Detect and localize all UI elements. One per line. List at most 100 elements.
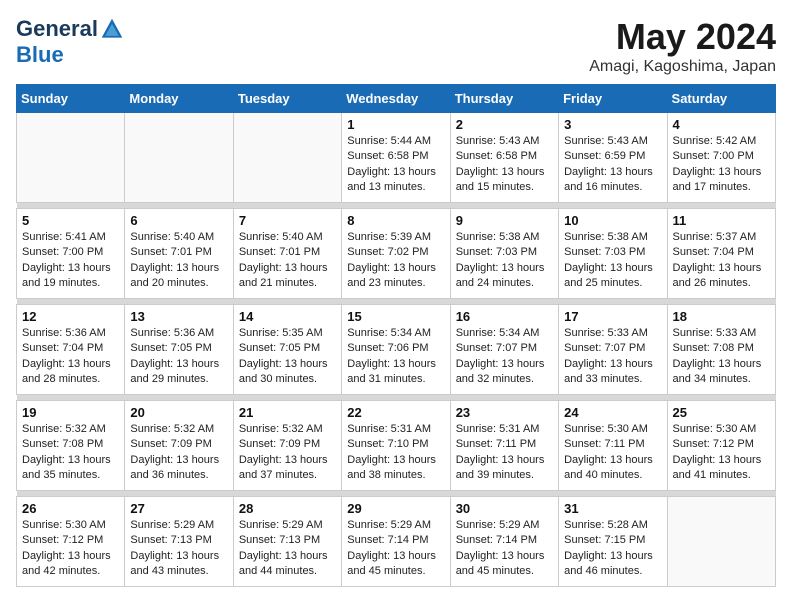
day-number: 28 — [239, 501, 336, 516]
list-item — [233, 113, 341, 203]
list-item: 18 Sunrise: 5:33 AMSunset: 7:08 PMDayligh… — [667, 305, 775, 395]
list-item: 1Sunrise: 5:44 AMSunset: 6:58 PMDaylight… — [342, 113, 450, 203]
header-thursday: Thursday — [450, 85, 558, 113]
header-saturday: Saturday — [667, 85, 775, 113]
list-item: 5 Sunrise: 5:41 AMSunset: 7:00 PMDaylight… — [17, 209, 125, 299]
day-info: Sunrise: 5:36 AMSunset: 7:05 PMDaylight:… — [130, 326, 227, 388]
day-number: 18 — [673, 309, 770, 324]
table-row: 1Sunrise: 5:44 AMSunset: 6:58 PMDaylight… — [17, 113, 776, 203]
day-info: Sunrise: 5:37 AMSunset: 7:04 PMDaylight:… — [673, 230, 770, 292]
list-item: 15 Sunrise: 5:34 AMSunset: 7:06 PMDayligh… — [342, 305, 450, 395]
day-number: 22 — [347, 405, 444, 420]
day-number: 4 — [673, 117, 770, 132]
day-info: Sunrise: 5:32 AMSunset: 7:08 PMDaylight:… — [22, 422, 119, 484]
day-number: 3 — [564, 117, 661, 132]
header: General Blue May 2024 Amagi, Kagoshima, … — [16, 16, 776, 76]
day-number: 19 — [22, 405, 119, 420]
day-info: Sunrise: 5:29 AMSunset: 7:13 PMDaylight:… — [239, 518, 336, 580]
day-info: Sunrise: 5:43 AMSunset: 6:59 PMDaylight:… — [564, 134, 661, 196]
location: Amagi, Kagoshima, Japan — [589, 58, 776, 76]
day-info: Sunrise: 5:34 AMSunset: 7:07 PMDaylight:… — [456, 326, 553, 388]
day-number: 26 — [22, 501, 119, 516]
day-number: 9 — [456, 213, 553, 228]
table-row: 12 Sunrise: 5:36 AMSunset: 7:04 PMDayligh… — [17, 305, 776, 395]
day-number: 13 — [130, 309, 227, 324]
day-info: Sunrise: 5:31 AMSunset: 7:10 PMDaylight:… — [347, 422, 444, 484]
list-item: 28 Sunrise: 5:29 AMSunset: 7:13 PMDayligh… — [233, 497, 341, 587]
day-info: Sunrise: 5:30 AMSunset: 7:12 PMDaylight:… — [673, 422, 770, 484]
list-item: 3 Sunrise: 5:43 AMSunset: 6:59 PMDaylight… — [559, 113, 667, 203]
list-item: 13 Sunrise: 5:36 AMSunset: 7:05 PMDayligh… — [125, 305, 233, 395]
list-item: 7Sunrise: 5:40 AMSunset: 7:01 PMDaylight… — [233, 209, 341, 299]
header-tuesday: Tuesday — [233, 85, 341, 113]
list-item: 22 Sunrise: 5:31 AMSunset: 7:10 PMDayligh… — [342, 401, 450, 491]
list-item — [667, 497, 775, 587]
logo: General Blue — [16, 16, 124, 68]
day-info: Sunrise: 5:36 AMSunset: 7:04 PMDaylight:… — [22, 326, 119, 388]
list-item: 26 Sunrise: 5:30 AMSunset: 7:12 PMDayligh… — [17, 497, 125, 587]
day-number: 31 — [564, 501, 661, 516]
day-number: 23 — [456, 405, 553, 420]
day-info: Sunrise: 5:29 AMSunset: 7:13 PMDaylight:… — [130, 518, 227, 580]
day-number: 29 — [347, 501, 444, 516]
day-info: Sunrise: 5:41 AMSunset: 7:00 PMDaylight:… — [22, 230, 119, 292]
day-info: Sunrise: 5:42 AMSunset: 7:00 PMDaylight:… — [673, 134, 770, 196]
header-wednesday: Wednesday — [342, 85, 450, 113]
list-item: 16Sunrise: 5:34 AMSunset: 7:07 PMDayligh… — [450, 305, 558, 395]
day-number: 7 — [239, 213, 336, 228]
header-friday: Friday — [559, 85, 667, 113]
day-number: 17 — [564, 309, 661, 324]
list-item: 10Sunrise: 5:38 AMSunset: 7:03 PMDayligh… — [559, 209, 667, 299]
weekday-header-row: Sunday Monday Tuesday Wednesday Thursday… — [17, 85, 776, 113]
list-item: 8 Sunrise: 5:39 AMSunset: 7:02 PMDaylight… — [342, 209, 450, 299]
day-info: Sunrise: 5:33 AMSunset: 7:07 PMDaylight:… — [564, 326, 661, 388]
logo-blue: Blue — [16, 42, 64, 68]
day-info: Sunrise: 5:35 AMSunset: 7:05 PMDaylight:… — [239, 326, 336, 388]
day-info: Sunrise: 5:38 AMSunset: 7:03 PMDaylight:… — [564, 230, 661, 292]
list-item: 14Sunrise: 5:35 AMSunset: 7:05 PMDayligh… — [233, 305, 341, 395]
list-item: 29 Sunrise: 5:29 AMSunset: 7:14 PMDayligh… — [342, 497, 450, 587]
list-item: 30Sunrise: 5:29 AMSunset: 7:14 PMDayligh… — [450, 497, 558, 587]
title-area: May 2024 Amagi, Kagoshima, Japan — [589, 16, 776, 76]
day-info: Sunrise: 5:30 AMSunset: 7:11 PMDaylight:… — [564, 422, 661, 484]
day-info: Sunrise: 5:39 AMSunset: 7:02 PMDaylight:… — [347, 230, 444, 292]
day-info: Sunrise: 5:29 AMSunset: 7:14 PMDaylight:… — [347, 518, 444, 580]
list-item: 6 Sunrise: 5:40 AMSunset: 7:01 PMDaylight… — [125, 209, 233, 299]
day-number: 6 — [130, 213, 227, 228]
day-number: 12 — [22, 309, 119, 324]
calendar-table: Sunday Monday Tuesday Wednesday Thursday… — [16, 84, 776, 587]
day-info: Sunrise: 5:33 AMSunset: 7:08 PMDaylight:… — [673, 326, 770, 388]
list-item: 21Sunrise: 5:32 AMSunset: 7:09 PMDayligh… — [233, 401, 341, 491]
list-item: 9 Sunrise: 5:38 AMSunset: 7:03 PMDaylight… — [450, 209, 558, 299]
day-info: Sunrise: 5:38 AMSunset: 7:03 PMDaylight:… — [456, 230, 553, 292]
list-item: 11 Sunrise: 5:37 AMSunset: 7:04 PMDayligh… — [667, 209, 775, 299]
list-item — [17, 113, 125, 203]
day-number: 27 — [130, 501, 227, 516]
list-item: 2 Sunrise: 5:43 AMSunset: 6:58 PMDaylight… — [450, 113, 558, 203]
table-row: 5 Sunrise: 5:41 AMSunset: 7:00 PMDaylight… — [17, 209, 776, 299]
day-info: Sunrise: 5:30 AMSunset: 7:12 PMDaylight:… — [22, 518, 119, 580]
day-info: Sunrise: 5:29 AMSunset: 7:14 PMDaylight:… — [456, 518, 553, 580]
list-item: 4 Sunrise: 5:42 AMSunset: 7:00 PMDaylight… — [667, 113, 775, 203]
day-number: 5 — [22, 213, 119, 228]
list-item: 24Sunrise: 5:30 AMSunset: 7:11 PMDayligh… — [559, 401, 667, 491]
day-number: 15 — [347, 309, 444, 324]
day-number: 20 — [130, 405, 227, 420]
day-number: 8 — [347, 213, 444, 228]
day-info: Sunrise: 5:43 AMSunset: 6:58 PMDaylight:… — [456, 134, 553, 196]
list-item: 25 Sunrise: 5:30 AMSunset: 7:12 PMDayligh… — [667, 401, 775, 491]
day-number: 25 — [673, 405, 770, 420]
day-number: 1 — [347, 117, 444, 132]
day-info: Sunrise: 5:32 AMSunset: 7:09 PMDaylight:… — [130, 422, 227, 484]
logo-icon — [100, 17, 124, 41]
list-item: 19 Sunrise: 5:32 AMSunset: 7:08 PMDayligh… — [17, 401, 125, 491]
day-number: 2 — [456, 117, 553, 132]
list-item: 12 Sunrise: 5:36 AMSunset: 7:04 PMDayligh… — [17, 305, 125, 395]
list-item: 27 Sunrise: 5:29 AMSunset: 7:13 PMDayligh… — [125, 497, 233, 587]
day-number: 11 — [673, 213, 770, 228]
list-item: 23Sunrise: 5:31 AMSunset: 7:11 PMDayligh… — [450, 401, 558, 491]
table-row: 19 Sunrise: 5:32 AMSunset: 7:08 PMDayligh… — [17, 401, 776, 491]
day-info: Sunrise: 5:40 AMSunset: 7:01 PMDaylight:… — [130, 230, 227, 292]
day-info: Sunrise: 5:34 AMSunset: 7:06 PMDaylight:… — [347, 326, 444, 388]
day-number: 21 — [239, 405, 336, 420]
